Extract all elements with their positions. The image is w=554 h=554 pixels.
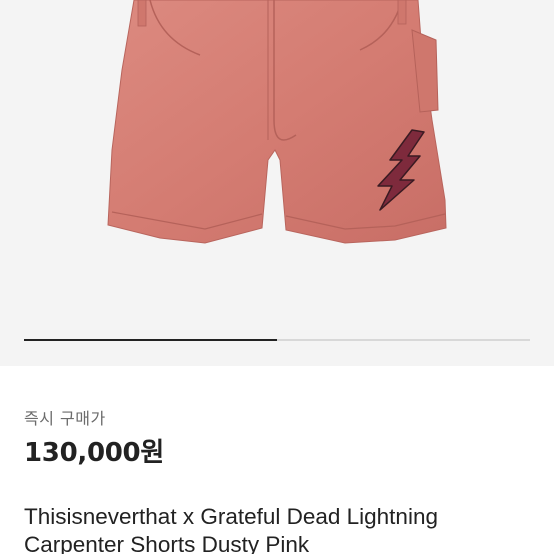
carousel-indicator (24, 339, 530, 341)
price: 130,000원 (24, 438, 164, 468)
product-title: Thisisneverthat x Grateful Dead Lightnin… (24, 504, 438, 554)
product-image-carousel[interactable] (0, 0, 554, 366)
instant-buy-label: 즉시 구매가 (24, 409, 106, 428)
product-image[interactable] (0, 0, 554, 366)
carousel-indicator-fill (24, 339, 277, 341)
